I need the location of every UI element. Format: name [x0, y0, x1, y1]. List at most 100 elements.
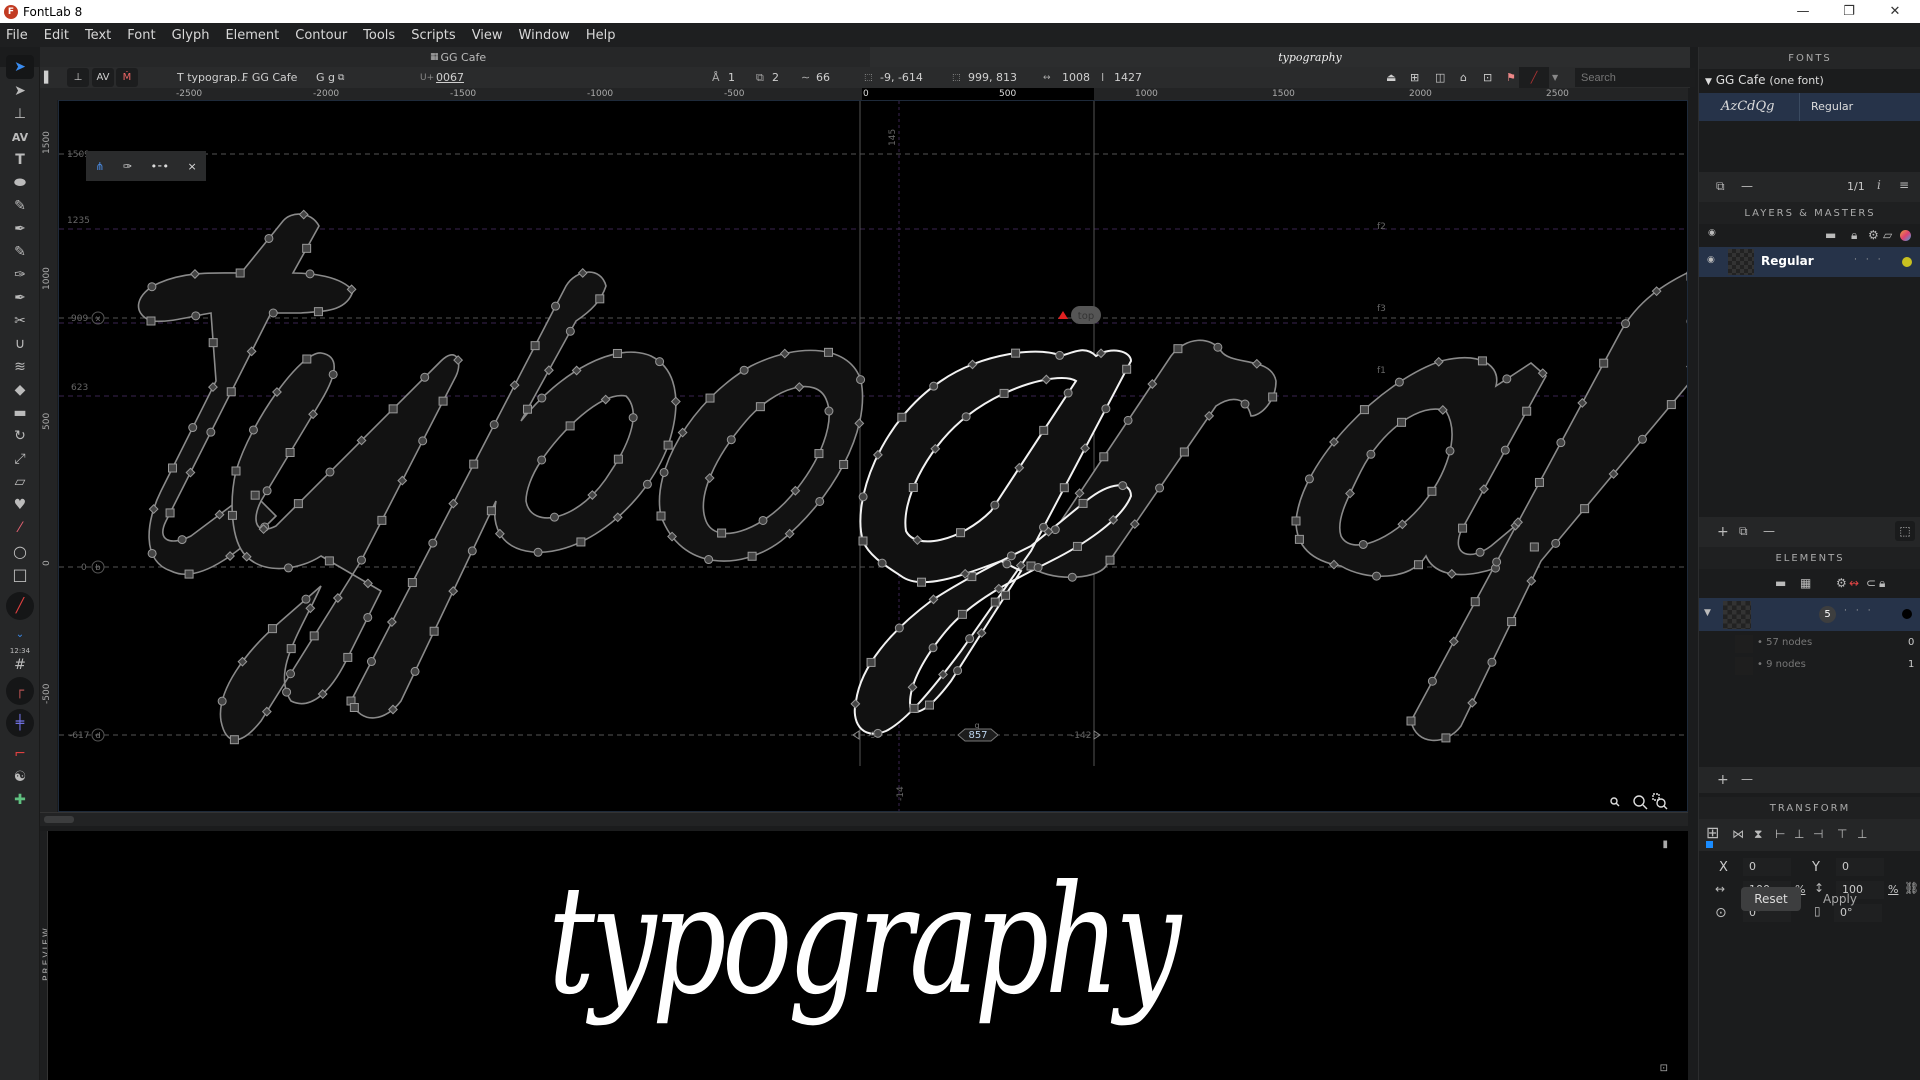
layer-outline-icon[interactable]: ▱: [1883, 228, 1892, 242]
zoom-out-icon[interactable]: [1610, 797, 1620, 807]
smooth-node[interactable]: [551, 301, 561, 311]
corner-node[interactable]: [1039, 425, 1049, 435]
smooth-node[interactable]: [1240, 399, 1250, 409]
glyph-canvas[interactable]: 1509 1235 909 623 0 -617 f2 f3 f1 145 -1…: [58, 100, 1688, 812]
corner-node[interactable]: [438, 396, 448, 406]
smooth-node[interactable]: [410, 666, 420, 676]
corner-node[interactable]: [377, 515, 387, 525]
eyedropper-tool-icon[interactable]: ⁄: [6, 516, 34, 540]
element-grid-icon[interactable]: ▦: [1800, 576, 1811, 590]
scale-tool-icon[interactable]: ⤢: [6, 447, 34, 471]
eye-icon[interactable]: ◉: [1707, 255, 1715, 265]
smooth-node[interactable]: [1372, 571, 1382, 581]
smooth-node[interactable]: [1006, 551, 1016, 561]
smooth-node[interactable]: [262, 486, 272, 496]
corner-node[interactable]: [1413, 560, 1423, 570]
corner-node[interactable]: [146, 316, 156, 326]
smooth-node[interactable]: [191, 311, 201, 321]
apply-button[interactable]: Apply: [1810, 887, 1870, 911]
eye-icon[interactable]: ◉: [1708, 228, 1716, 238]
contour-tool-icon[interactable]: ➤: [6, 55, 34, 79]
element-color-dot[interactable]: [1902, 609, 1912, 619]
corner-node[interactable]: [1078, 498, 1088, 508]
corner-node[interactable]: [1507, 617, 1517, 627]
grid-icon[interactable]: #: [6, 653, 34, 677]
flag-icon[interactable]: ⚑: [1506, 67, 1516, 88]
anchor-cross-icon[interactable]: ✚: [6, 788, 34, 812]
rapid-tool-icon[interactable]: ✑: [6, 263, 34, 287]
unicode-field[interactable]: 0067: [436, 67, 464, 88]
corner-node[interactable]: [309, 631, 319, 641]
smooth-node[interactable]: [1686, 317, 1688, 325]
smooth-node[interactable]: [1621, 319, 1631, 329]
fill-tool-icon[interactable]: ◆: [6, 378, 34, 402]
smooth-node[interactable]: [428, 538, 438, 548]
corner-node[interactable]: [908, 482, 918, 492]
corner-node[interactable]: [1477, 356, 1487, 366]
smooth-node[interactable]: [188, 423, 198, 433]
smooth-node[interactable]: [953, 666, 963, 676]
cast-icon[interactable]: ⊡: [1483, 67, 1492, 88]
smooth-node[interactable]: [659, 467, 669, 477]
smooth-node[interactable]: [537, 455, 547, 465]
panel-toggle-icon[interactable]: ▮: [1662, 839, 1668, 850]
corner-node[interactable]: [1291, 516, 1301, 526]
corner-node[interactable]: [1294, 534, 1304, 544]
corner-node[interactable]: [349, 702, 359, 712]
corner-node[interactable]: [1441, 733, 1451, 743]
menu-help[interactable]: Help: [578, 28, 624, 43]
smooth-node[interactable]: [418, 436, 428, 446]
cast-icon[interactable]: ⊡: [1660, 1063, 1668, 1074]
corner-node[interactable]: [227, 510, 237, 520]
smooth-node[interactable]: [929, 381, 939, 391]
corner-node[interactable]: [324, 556, 334, 566]
corner-node[interactable]: [1001, 590, 1011, 600]
smooth-node[interactable]: [1445, 446, 1455, 456]
info-icon[interactable]: i: [1877, 178, 1881, 192]
power-nib-icon[interactable]: ✒: [6, 286, 34, 310]
glyph-outline-y[interactable]: [219, 352, 460, 741]
duplicate-layer-icon[interactable]: ⧉: [1739, 524, 1748, 539]
smooth-node[interactable]: [1358, 539, 1368, 549]
smooth-node[interactable]: [1063, 388, 1073, 398]
smooth-node[interactable]: [1101, 404, 1111, 414]
menu-window[interactable]: Window: [511, 28, 578, 43]
corner-node[interactable]: [1026, 561, 1036, 571]
corner-node[interactable]: [343, 652, 353, 662]
smooth-node[interactable]: [286, 669, 296, 679]
corner-node[interactable]: [407, 578, 417, 588]
smooth-node[interactable]: [268, 308, 278, 318]
corner-node[interactable]: [1522, 406, 1532, 416]
maximize-button[interactable]: ❐: [1826, 0, 1872, 23]
smooth-node[interactable]: [739, 365, 749, 375]
corner-node[interactable]: [839, 459, 849, 469]
origin-grid-icon[interactable]: ⊞: [1706, 823, 1719, 842]
height-field[interactable]: 1427: [1114, 67, 1142, 88]
corner-node[interactable]: [486, 506, 496, 516]
gear-icon[interactable]: ⚙: [1836, 576, 1847, 590]
corner-node[interactable]: [1580, 504, 1590, 514]
smooth-node[interactable]: [533, 547, 543, 557]
corner-node[interactable]: [1268, 392, 1278, 402]
smooth-node[interactable]: [1637, 434, 1647, 444]
corner-node[interactable]: [717, 528, 727, 538]
x-field[interactable]: 0: [1743, 858, 1791, 876]
smooth-node[interactable]: [1155, 483, 1165, 493]
corner-node[interactable]: [250, 490, 260, 500]
corner-node[interactable]: [285, 447, 295, 457]
smooth-node[interactable]: [961, 412, 971, 422]
corner-node[interactable]: [925, 700, 935, 710]
tab-glyph-window[interactable]: typography: [870, 47, 1690, 67]
ellipse-tool-icon[interactable]: ○: [6, 539, 34, 563]
close-button[interactable]: ✕: [1872, 0, 1918, 23]
smooth-node[interactable]: [282, 687, 292, 697]
zoom-selection-icon[interactable]: [1652, 793, 1668, 810]
smooth-node[interactable]: [177, 535, 187, 545]
flip-vertical-icon[interactable]: ⧗: [1754, 827, 1762, 842]
brush-tool-icon[interactable]: ✎: [6, 194, 34, 218]
gear-icon[interactable]: ⚙: [1868, 228, 1879, 242]
corner-node[interactable]: [755, 402, 765, 412]
corner-node[interactable]: [897, 412, 907, 422]
smooth-node[interactable]: [420, 372, 430, 382]
align-bottom-icon[interactable]: ⊥: [1857, 827, 1867, 841]
